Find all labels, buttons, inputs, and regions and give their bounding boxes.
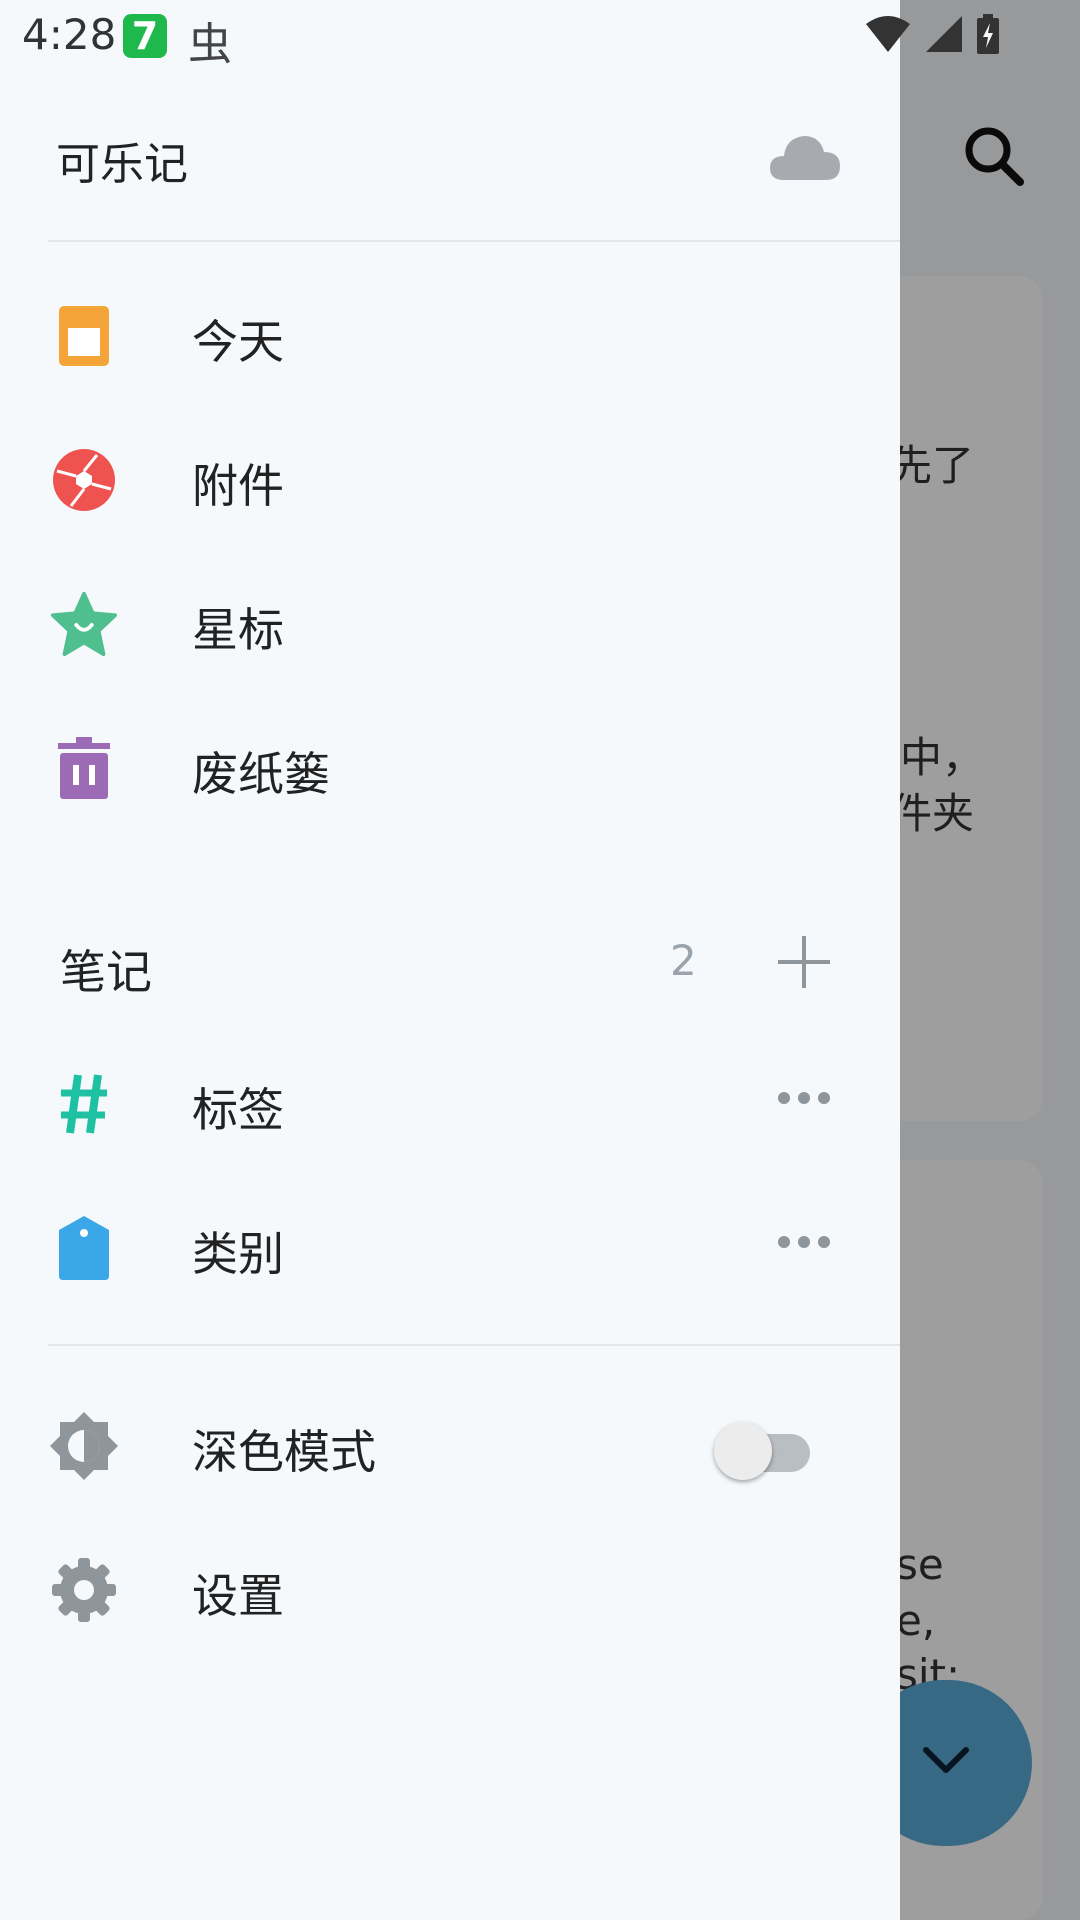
- camera-shutter-icon: [50, 446, 118, 514]
- dark-mode-icon: [50, 1412, 118, 1480]
- star-icon: [50, 590, 118, 658]
- more-options-icon[interactable]: [776, 1090, 832, 1106]
- status-bar: 4:28 7 虫: [0, 0, 1080, 72]
- nav-item-label: 标签: [192, 1083, 284, 1137]
- nav-item-label: 附件: [192, 459, 284, 513]
- cloud-sync-icon[interactable]: [768, 130, 842, 182]
- gear-icon: [50, 1556, 118, 1624]
- notification-app-icon: 7: [123, 14, 167, 58]
- nav-item-categories[interactable]: 类别: [0, 1184, 900, 1304]
- toggle-thumb: [714, 1422, 772, 1480]
- divider: [48, 1344, 900, 1346]
- status-time: 4:28: [22, 10, 117, 59]
- trash-icon: [50, 734, 118, 802]
- nav-item-tags[interactable]: 标签: [0, 1040, 900, 1160]
- nav-item-settings[interactable]: 设置: [0, 1526, 900, 1646]
- nav-item-dark-mode[interactable]: 深色模式: [0, 1382, 900, 1502]
- nav-item-label: 设置: [192, 1569, 284, 1623]
- add-icon[interactable]: [774, 932, 834, 992]
- nav-item-label: 废纸篓: [192, 747, 330, 801]
- notification-bug-icon: 虫: [188, 19, 232, 70]
- hashtag-icon: [50, 1070, 118, 1138]
- nav-item-attachments[interactable]: 附件: [0, 416, 900, 536]
- nav-item-label: 类别: [192, 1227, 284, 1281]
- navigation-drawer: 可乐记 今天 附件 星标 废纸篓 笔记 2 标签 类别 深色模式 设置: [0, 0, 900, 1920]
- category-tag-icon: [50, 1214, 118, 1282]
- today-icon: [50, 302, 118, 370]
- nav-item-label: 今天: [192, 315, 284, 369]
- nav-item-starred[interactable]: 星标: [0, 560, 900, 680]
- nav-item-label: 星标: [192, 603, 284, 657]
- more-options-icon[interactable]: [776, 1234, 832, 1250]
- notes-section-header[interactable]: 笔记 2: [0, 918, 900, 1008]
- cellular-signal-icon: [926, 16, 962, 52]
- divider: [48, 240, 900, 242]
- battery-charging-icon: [977, 14, 999, 54]
- app-title: 可乐记: [56, 139, 188, 190]
- notes-count: 2: [670, 936, 697, 985]
- section-title: 笔记: [60, 945, 152, 999]
- dark-mode-toggle[interactable]: [714, 1420, 814, 1480]
- nav-item-today[interactable]: 今天: [0, 272, 900, 392]
- wifi-icon: [866, 16, 910, 52]
- nav-item-trash[interactable]: 废纸篓: [0, 704, 900, 824]
- nav-item-label: 深色模式: [192, 1425, 376, 1479]
